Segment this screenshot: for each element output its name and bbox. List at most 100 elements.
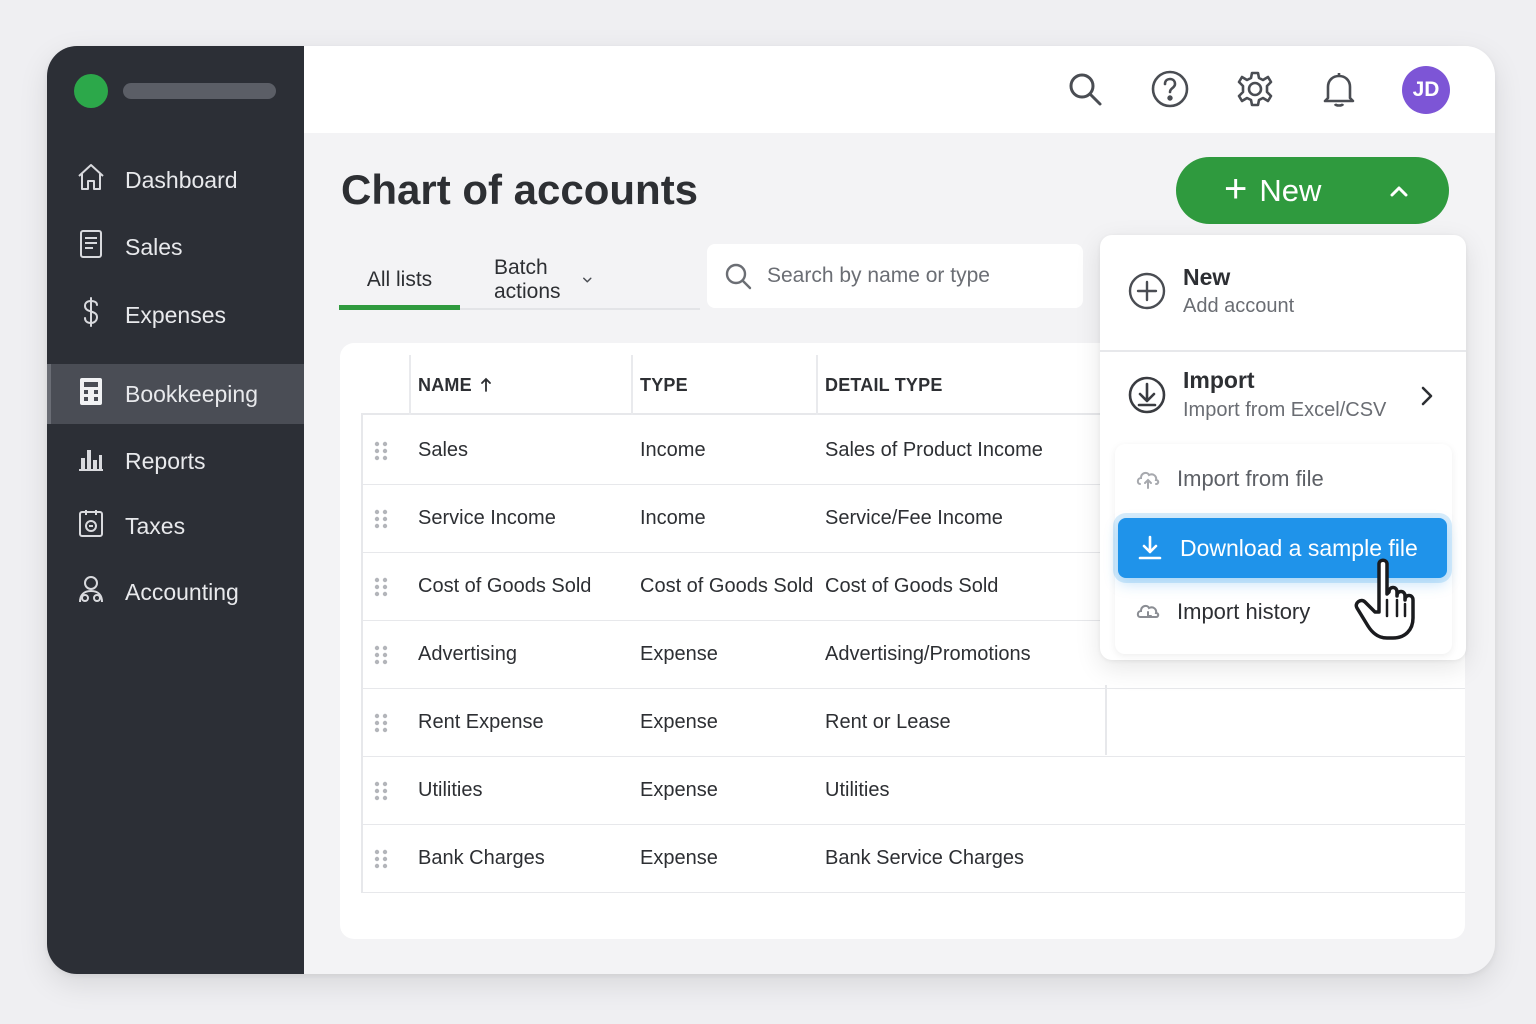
cell-name: Advertising <box>418 643 517 665</box>
sidebar-item-dashboard[interactable]: Dashboard <box>47 150 304 210</box>
app-window: Dashboard Sales Expenses Bookkeeping Rep… <box>47 46 1495 974</box>
cell-name: Rent Expense <box>418 711 544 733</box>
drag-handle-icon[interactable] <box>374 577 388 597</box>
cell-type: Income <box>640 439 706 461</box>
table-row[interactable]: Utilities Expense Utilities <box>361 757 1465 825</box>
batch-actions-dropdown[interactable]: Batch actions <box>494 256 593 304</box>
cell-detail-type: Rent or Lease <box>825 711 951 733</box>
bar-chart-icon <box>75 442 107 480</box>
sidebar-item-label: Accounting <box>125 578 239 605</box>
avatar-initials: JD <box>1412 78 1440 101</box>
cloud-upload-icon <box>1136 471 1160 489</box>
column-header-name[interactable]: NAME <box>418 355 494 415</box>
calculator-icon <box>75 375 107 413</box>
cell-detail-type: Cost of Goods Sold <box>825 575 999 597</box>
drag-handle-icon[interactable] <box>374 849 388 869</box>
sidebar-item-label: Sales <box>125 233 183 260</box>
search-input[interactable]: Search by name or type <box>707 244 1083 308</box>
cell-type: Cost of Goods Sold <box>640 575 814 597</box>
search-icon[interactable] <box>1064 68 1106 110</box>
sidebar-item-reports[interactable]: Reports <box>47 431 304 491</box>
submenu-item-import-from-file[interactable]: Import from file <box>1115 451 1452 507</box>
top-bar <box>304 46 1495 133</box>
cloud-history-icon <box>1136 604 1160 618</box>
page-title: Chart of accounts <box>341 166 699 213</box>
column-header-type[interactable]: TYPE <box>640 355 688 415</box>
cell-detail-type: Service/Fee Income <box>825 507 1003 529</box>
chevron-right-icon <box>1421 386 1433 406</box>
sidebar-item-sales[interactable]: Sales <box>47 217 304 277</box>
menu-item-new-account[interactable]: New Add account <box>1100 235 1466 350</box>
table-row[interactable]: Rent Expense Expense Rent or Lease <box>361 689 1465 757</box>
tab-divider <box>460 308 700 310</box>
column-divider <box>409 355 411 415</box>
search-placeholder: Search by name or type <box>767 264 990 287</box>
sidebar-item-label: Expenses <box>125 301 227 328</box>
sidebar-item-bookkeeping[interactable]: Bookkeeping <box>47 364 304 424</box>
new-button[interactable]: + New <box>1176 157 1449 224</box>
cell-detail-type: Utilities <box>825 779 890 801</box>
column-header-detail-type[interactable]: DETAIL TYPE <box>825 355 943 415</box>
receipt-icon <box>75 228 107 266</box>
cell-name: Service Income <box>418 507 556 529</box>
sidebar-item-label: Reports <box>125 447 206 474</box>
user-avatar[interactable]: JD <box>1402 66 1450 114</box>
sort-ascending-icon <box>480 377 491 392</box>
tax-icon <box>75 507 107 545</box>
tab-all-lists[interactable]: All lists <box>339 256 460 310</box>
plus-icon: + <box>1224 166 1248 211</box>
cell-name: Utilities <box>418 779 483 801</box>
accountant-icon <box>75 573 107 611</box>
download-circle-icon <box>1128 376 1166 414</box>
sidebar-item-label: Dashboard <box>125 166 238 193</box>
cell-name: Sales <box>418 439 469 461</box>
chevron-up-icon <box>1390 186 1408 197</box>
cell-detail-type: Sales of Product Income <box>825 439 1043 461</box>
search-icon <box>725 263 752 290</box>
menu-new-title: New <box>1183 264 1231 290</box>
gear-icon[interactable] <box>1234 68 1276 110</box>
brand-name-placeholder <box>123 83 276 99</box>
new-button-label: New <box>1259 172 1322 208</box>
drag-handle-icon[interactable] <box>374 781 388 801</box>
table-border <box>1105 685 1107 755</box>
download-icon <box>1138 535 1162 560</box>
cell-name: Cost of Goods Sold <box>418 575 592 597</box>
menu-import-title: Import <box>1183 367 1255 393</box>
batch-actions-label: Batch actions <box>494 256 561 303</box>
drag-handle-icon[interactable] <box>374 645 388 665</box>
bell-icon[interactable] <box>1318 68 1360 110</box>
sidebar: Dashboard Sales Expenses Bookkeeping Rep… <box>47 46 304 974</box>
cell-type: Expense <box>640 779 718 801</box>
column-divider <box>631 355 633 415</box>
cell-detail-type: Bank Service Charges <box>825 847 1024 869</box>
cell-type: Expense <box>640 643 718 665</box>
submenu-item-label: Import from file <box>1177 466 1324 491</box>
plus-circle-icon <box>1128 272 1166 310</box>
sidebar-item-taxes[interactable]: Taxes <box>47 496 304 556</box>
help-icon[interactable] <box>1149 68 1191 110</box>
sidebar-item-expenses[interactable]: Expenses <box>47 285 304 345</box>
drag-handle-icon[interactable] <box>374 441 388 461</box>
drag-handle-icon[interactable] <box>374 509 388 529</box>
brand-logo-dot <box>74 74 108 108</box>
menu-item-import[interactable]: Import Import from Excel/CSV <box>1100 352 1466 442</box>
cell-type: Expense <box>640 711 718 733</box>
sidebar-item-label: Bookkeeping <box>125 380 258 407</box>
pointer-hand-cursor-icon <box>1354 558 1415 640</box>
home-icon <box>75 161 107 199</box>
sidebar-item-label: Taxes <box>125 512 186 539</box>
cell-name: Bank Charges <box>418 847 545 869</box>
menu-new-subtitle: Add account <box>1183 295 1295 317</box>
sidebar-item-accounting[interactable]: Accounting <box>47 562 304 622</box>
submenu-item-label: Import history <box>1177 599 1311 624</box>
cell-detail-type: Advertising/Promotions <box>825 643 1031 665</box>
dollar-icon <box>75 296 107 334</box>
column-header-name-label: NAME <box>418 374 472 395</box>
cell-type: Income <box>640 507 706 529</box>
drag-handle-icon[interactable] <box>374 713 388 733</box>
menu-import-subtitle: Import from Excel/CSV <box>1183 399 1387 421</box>
table-row[interactable]: Bank Charges Expense Bank Service Charges <box>361 825 1465 893</box>
cell-type: Expense <box>640 847 718 869</box>
chevron-down-icon <box>582 277 592 283</box>
